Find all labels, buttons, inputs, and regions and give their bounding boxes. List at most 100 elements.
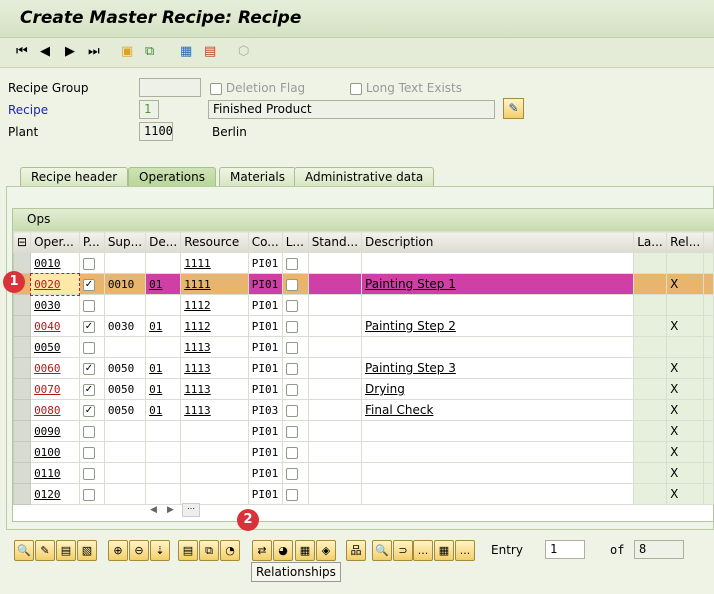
phase-checkbox-cell[interactable] xyxy=(78,462,105,484)
insert-icon[interactable]: ▤ xyxy=(56,540,76,561)
superior-op-cell[interactable] xyxy=(103,294,147,316)
column-header[interactable]: Stand... xyxy=(307,231,363,253)
description-cell[interactable]: Painting Step 3 xyxy=(361,357,635,379)
phase-checkbox[interactable]: ✓ xyxy=(82,362,95,375)
column-config-icon[interactable]: ⊟ xyxy=(12,231,32,253)
document-icon[interactable]: ▤ xyxy=(178,540,198,561)
tab-materials[interactable]: Materials xyxy=(219,167,297,186)
deletion-flag-checkbox[interactable]: Deletion Flag xyxy=(210,81,305,95)
row-selector[interactable] xyxy=(12,294,32,316)
standard-text-cell[interactable] xyxy=(307,336,363,358)
sort-icon[interactable]: ⇣ xyxy=(150,540,170,561)
phase-checkbox-cell[interactable]: ✓ xyxy=(78,399,105,421)
superior-op-cell[interactable] xyxy=(103,483,147,505)
table-row[interactable]: 0050 1113 PI01 xyxy=(12,336,714,358)
resource-cell[interactable]: 1113 xyxy=(180,378,249,400)
tab-operations[interactable]: Operations xyxy=(128,167,216,186)
recipe-group-input[interactable] xyxy=(139,78,201,97)
long-text-checkbox[interactable] xyxy=(285,446,298,459)
phase-checkbox[interactable] xyxy=(82,446,95,459)
operation-cell[interactable]: 0110 xyxy=(30,462,80,484)
phase-checkbox[interactable]: ✓ xyxy=(82,320,95,333)
more-button-2[interactable]: ... xyxy=(455,540,475,561)
superior-op-cell[interactable] xyxy=(103,252,147,274)
resource-cell[interactable]: 1113 xyxy=(180,399,249,421)
row-selector[interactable] xyxy=(12,462,32,484)
long-text-checkbox-cell[interactable] xyxy=(281,252,309,274)
scroll-left-icon[interactable]: ◀ xyxy=(150,505,157,515)
control-key-cell[interactable]: PI01 xyxy=(247,483,283,505)
superior-op-cell[interactable] xyxy=(103,420,147,442)
plant-input[interactable]: 1100 xyxy=(139,122,173,141)
diamond-icon[interactable]: ◈ xyxy=(316,540,336,561)
destination-cell[interactable] xyxy=(145,462,182,484)
control-key-cell[interactable]: PI01 xyxy=(247,462,283,484)
column-header[interactable]: Sup... xyxy=(103,231,147,253)
relationships-icon[interactable]: ⇄ xyxy=(252,540,272,561)
resource-cell[interactable]: 1112 xyxy=(180,294,249,316)
overview-icon[interactable]: ▦ xyxy=(180,44,192,59)
standard-text-cell[interactable] xyxy=(307,399,363,421)
phase-checkbox[interactable] xyxy=(82,467,95,480)
scroll-right-icon[interactable]: ▶ xyxy=(167,505,174,515)
row-selector[interactable] xyxy=(12,483,32,505)
phase-checkbox[interactable]: ✓ xyxy=(82,404,95,417)
long-text-checkbox[interactable] xyxy=(285,341,298,354)
control-key-cell[interactable]: PI01 xyxy=(247,252,283,274)
description-cell[interactable] xyxy=(361,483,635,505)
lifebuoy-icon[interactable]: ◕ xyxy=(273,540,293,561)
operation-cell[interactable]: 0060 xyxy=(30,357,80,379)
control-key-cell[interactable]: PI01 xyxy=(247,378,283,400)
long-text-checkbox[interactable] xyxy=(285,257,298,270)
resource-cell[interactable]: 1113 xyxy=(180,336,249,358)
standard-text-cell[interactable] xyxy=(307,378,363,400)
superior-op-cell[interactable]: 0050 xyxy=(103,378,147,400)
description-cell[interactable]: Painting Step 2 xyxy=(361,315,635,337)
first-page-icon[interactable]: ⏮ xyxy=(16,44,28,59)
long-text-checkbox-cell[interactable] xyxy=(281,420,309,442)
long-text-checkbox[interactable] xyxy=(285,362,298,375)
phase-checkbox[interactable]: ✓ xyxy=(82,383,95,396)
phase-checkbox-cell[interactable] xyxy=(78,441,105,463)
operation-cell[interactable]: 0120 xyxy=(30,483,80,505)
column-header[interactable]: Oper... xyxy=(30,231,80,253)
operation-cell[interactable]: 0050 xyxy=(30,336,80,358)
standard-text-cell[interactable] xyxy=(307,294,363,316)
long-text-checkbox[interactable] xyxy=(285,320,298,333)
more-button-1[interactable]: ... xyxy=(413,540,433,561)
phase-checkbox-cell[interactable] xyxy=(78,483,105,505)
control-key-cell[interactable]: PI01 xyxy=(247,441,283,463)
resource-cell[interactable] xyxy=(180,483,249,505)
long-text-checkbox-cell[interactable] xyxy=(281,336,309,358)
network-icon[interactable]: 品 xyxy=(346,540,366,561)
standard-text-cell[interactable] xyxy=(307,252,363,274)
superior-op-cell[interactable]: 0030 xyxy=(103,315,147,337)
phase-checkbox[interactable] xyxy=(82,425,95,438)
resource-cell[interactable]: 1112 xyxy=(180,315,249,337)
table-row[interactable]: 0070 ✓ 0050 01 1113 PI01 Drying X xyxy=(12,378,714,400)
long-text-checkbox[interactable] xyxy=(285,488,298,501)
row-selector[interactable] xyxy=(12,420,32,442)
long-text-checkbox[interactable] xyxy=(285,425,298,438)
description-cell[interactable]: Final Check xyxy=(361,399,635,421)
table-row[interactable]: 0030 1112 PI01 xyxy=(12,294,714,316)
long-text-checkbox-cell[interactable] xyxy=(281,399,309,421)
long-text-checkbox[interactable] xyxy=(285,467,298,480)
select-icon[interactable]: ▧ xyxy=(77,540,97,561)
description-cell[interactable] xyxy=(361,252,635,274)
resource-cell[interactable] xyxy=(180,441,249,463)
long-text-checkbox[interactable] xyxy=(285,278,298,291)
cube-icon[interactable]: ⬡ xyxy=(238,44,249,59)
table-row[interactable]: 0060 ✓ 0050 01 1113 PI01 Painting Step 3 X xyxy=(12,357,714,379)
column-header[interactable] xyxy=(703,231,714,253)
next-page-icon[interactable]: ▶ xyxy=(65,44,75,59)
control-key-cell[interactable]: PI01 xyxy=(247,420,283,442)
long-text-checkbox-cell[interactable] xyxy=(281,378,309,400)
operation-cell[interactable]: 0020 xyxy=(29,272,81,296)
recipe-label[interactable]: Recipe xyxy=(8,103,48,117)
clock-icon[interactable]: ◔ xyxy=(220,540,240,561)
superior-op-cell[interactable] xyxy=(103,441,147,463)
destination-cell[interactable]: 01 xyxy=(145,315,182,337)
description-cell[interactable] xyxy=(361,294,635,316)
operation-cell[interactable]: 0100 xyxy=(30,441,80,463)
